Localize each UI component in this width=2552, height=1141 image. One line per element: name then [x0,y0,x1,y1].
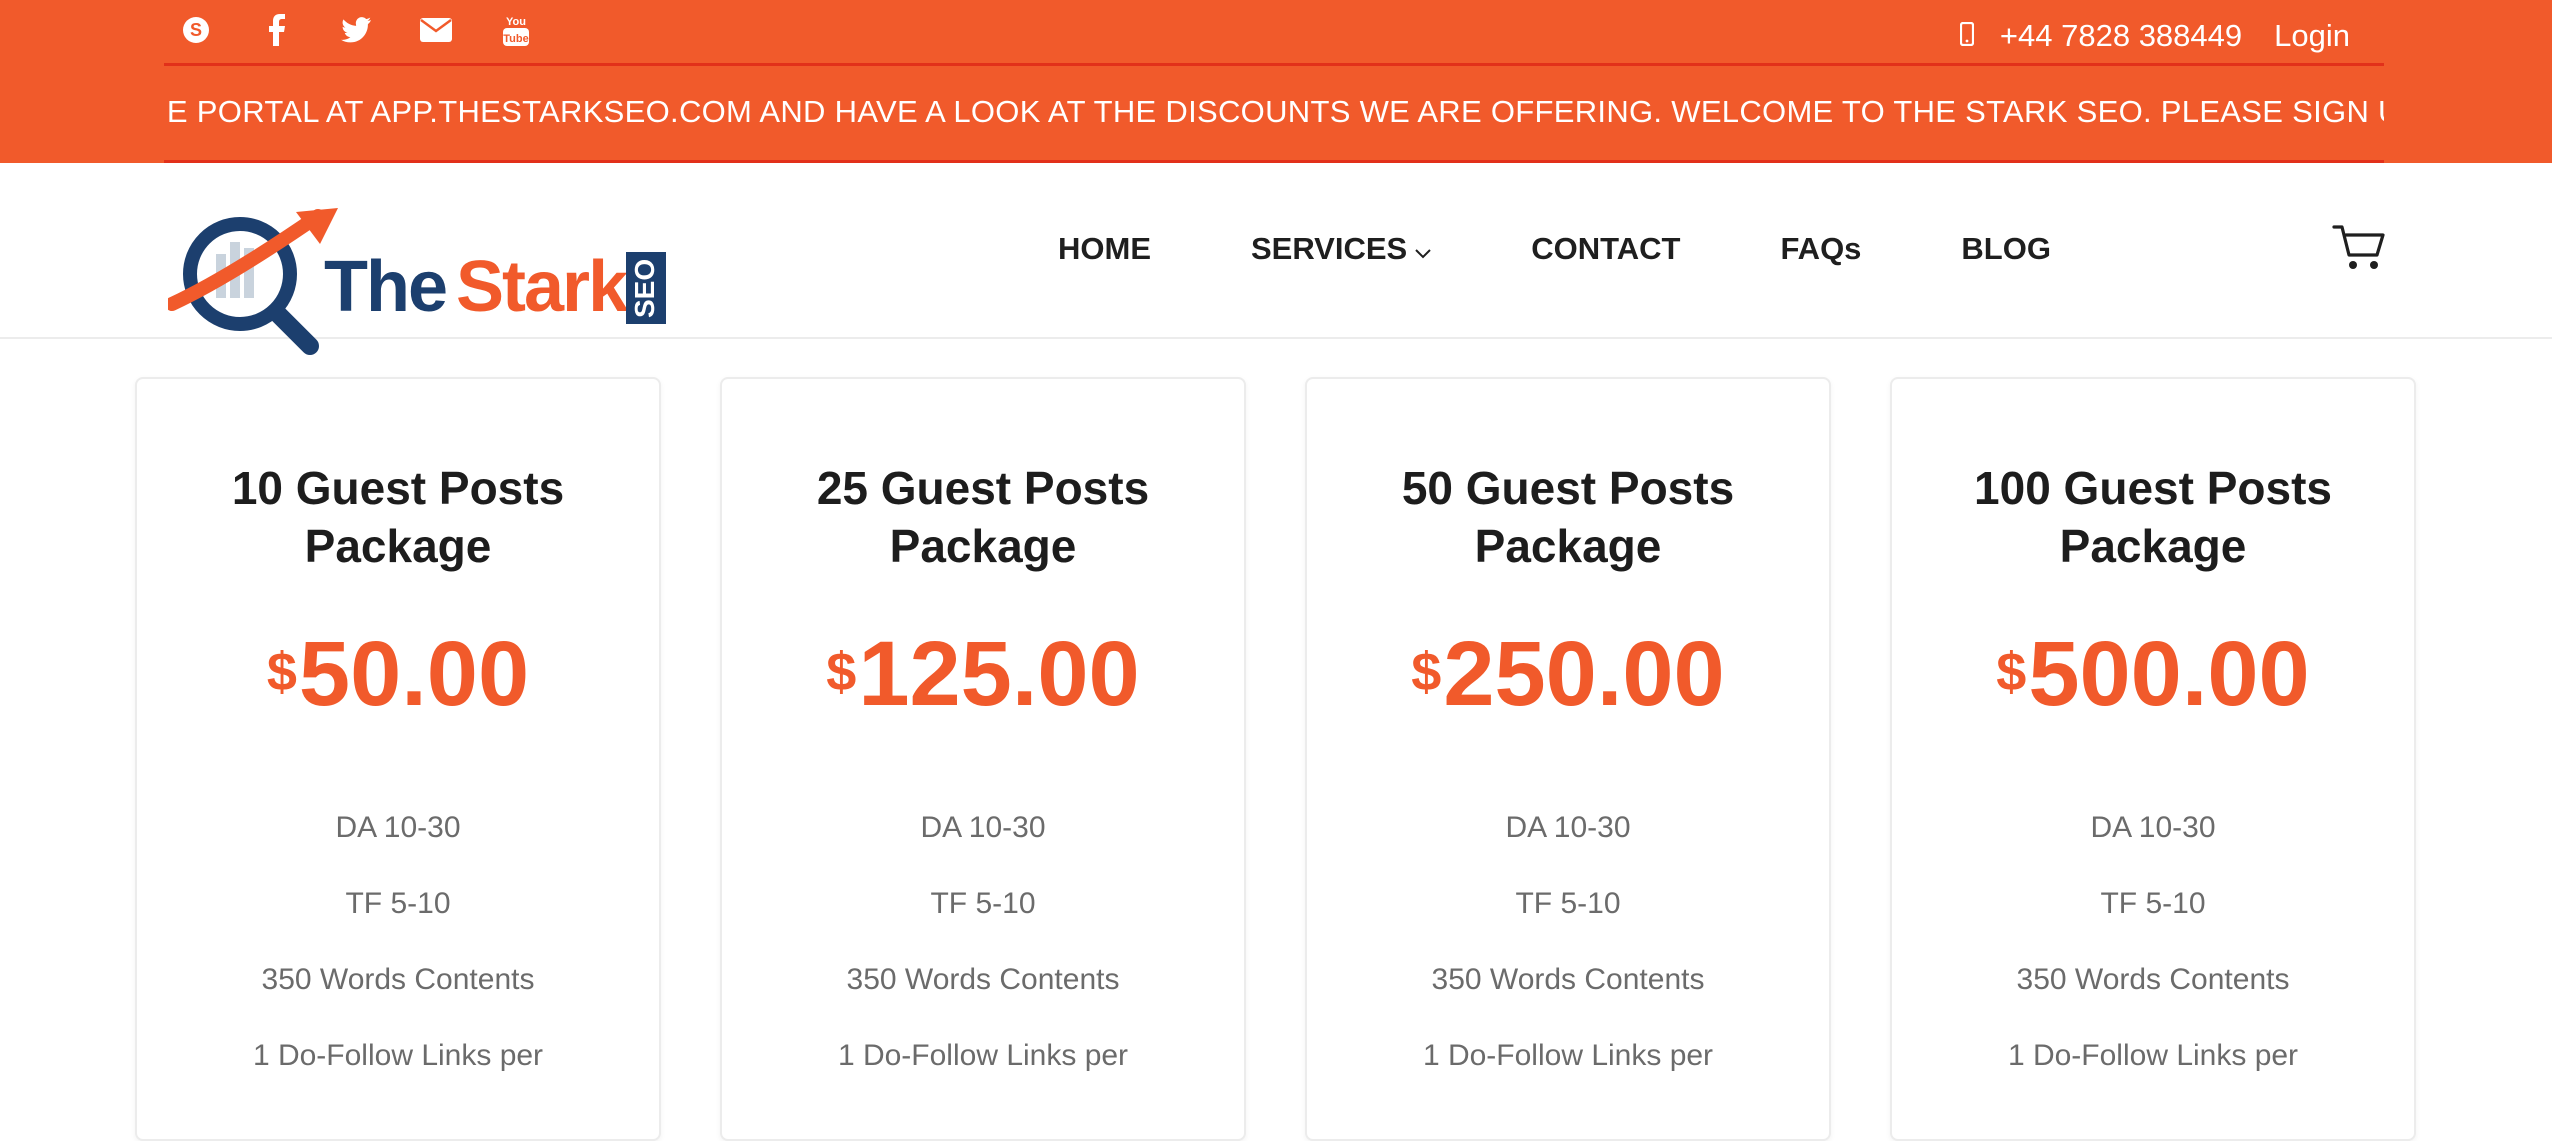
chevron-down-icon [1415,231,1431,267]
package-title-line1: 100 Guest Posts [1974,462,2332,514]
pricing-card: 100 Guest Posts Package $500.00 DA 10-30… [1890,377,2416,1141]
twitter-icon[interactable] [340,14,372,46]
feature-da: DA 10-30 [335,811,461,844]
top-divider [164,63,2384,66]
top-bar: S You Tube +44 7828 388449 Login IE PORTA… [0,0,2552,163]
logo-word-stark: Stark [456,247,629,327]
skype-icon[interactable]: S [180,14,212,46]
site-logo[interactable]: The Stark SEO [165,208,668,358]
package-title-line1: 10 Guest Posts [231,462,565,514]
price-amount: 125.00 [858,623,1140,725]
nav-faqs-label: FAQs [1780,231,1862,266]
package-price: $125.00 [722,624,1244,724]
feature-da: DA 10-30 [920,811,1046,844]
nav-blog[interactable]: BLOG [1961,231,2051,267]
price-amount: 50.00 [298,623,530,725]
package-title-line1: 25 Guest Posts [816,462,1150,514]
feature-words: 350 Words Contents [846,963,1120,996]
feature-words: 350 Words Contents [1431,963,1705,996]
package-title-line2: Package [889,520,1077,572]
package-title-line1: 50 Guest Posts [1401,462,1735,514]
feature-links: 1 Do-Follow Links per [837,1039,1129,1072]
feature-tf: TF 5-10 [930,887,1036,920]
announcement-text: IE PORTAL AT APP.THESTARKSEO.COM AND HAV… [164,94,2384,129]
pricing-card: 50 Guest Posts Package $250.00 DA 10-30 … [1305,377,1831,1141]
nav-faqs[interactable]: FAQs [1780,231,1861,267]
feature-tf: TF 5-10 [345,887,451,920]
svg-text:Tube: Tube [503,33,528,45]
currency-symbol: $ [1411,642,1442,702]
feature-links: 1 Do-Follow Links per [252,1039,544,1072]
site-header: The Stark SEO HOME SERVICES CONTACT FAQs… [0,163,2552,355]
package-title-line2: Package [2059,520,2247,572]
package-price: $50.00 [137,624,659,724]
package-price: $250.00 [1307,624,1829,724]
cart-icon[interactable] [2332,223,2386,273]
package-title: 10 Guest Posts Package [137,459,659,575]
feature-links: 1 Do-Follow Links per [1422,1039,1714,1072]
contact-info: +44 7828 388449 Login [1959,18,2350,54]
feature-da: DA 10-30 [1505,811,1631,844]
package-title: 25 Guest Posts Package [722,459,1244,575]
nav-blog-label: BLOG [1961,231,2051,266]
nav-home-label: HOME [1058,231,1151,266]
svg-text:You: You [506,16,526,28]
feature-tf: TF 5-10 [1515,887,1621,920]
package-title-line2: Package [1474,520,1662,572]
nav-home[interactable]: HOME [1058,231,1151,267]
feature-da: DA 10-30 [2090,811,2216,844]
announcement-marquee: IE PORTAL AT APP.THESTARKSEO.COM AND HAV… [164,90,2384,136]
feature-tf: TF 5-10 [2100,887,2206,920]
social-links: S You Tube [180,10,580,50]
package-price: $500.00 [1892,624,2414,724]
nav-contact[interactable]: CONTACT [1531,231,1680,267]
facebook-icon[interactable] [260,14,292,46]
package-title-line2: Package [304,520,492,572]
svg-text:S: S [190,20,202,40]
currency-symbol: $ [266,642,297,702]
nav-services-label: SERVICES [1251,231,1408,266]
feature-words: 350 Words Contents [261,963,535,996]
youtube-icon[interactable]: You Tube [500,14,532,46]
nav-contact-label: CONTACT [1531,231,1681,266]
logo-word-the: The [324,247,446,327]
envelope-icon[interactable] [420,14,452,46]
login-link[interactable]: Login [2274,18,2350,54]
phone-number[interactable]: +44 7828 388449 [2000,18,2242,54]
nav-services[interactable]: SERVICES [1251,231,1431,267]
package-title: 100 Guest Posts Package [1892,459,2414,575]
pricing-card: 25 Guest Posts Package $125.00 DA 10-30 … [720,377,1246,1141]
price-amount: 250.00 [1443,623,1725,725]
package-title: 50 Guest Posts Package [1307,459,1829,575]
main-navigation: HOME SERVICES CONTACT FAQs BLOG [1058,231,2051,267]
feature-words: 350 Words Contents [2016,963,2290,996]
price-amount: 500.00 [2028,623,2310,725]
logo-badge-seo: SEO [629,259,660,318]
mobile-phone-icon [1959,18,1975,54]
pricing-section: 10 Guest Posts Package $50.00 DA 10-30 T… [0,337,2552,1141]
currency-symbol: $ [826,642,857,702]
feature-links: 1 Do-Follow Links per [2007,1039,2299,1072]
currency-symbol: $ [1996,642,2027,702]
pricing-card: 10 Guest Posts Package $50.00 DA 10-30 T… [135,377,661,1141]
